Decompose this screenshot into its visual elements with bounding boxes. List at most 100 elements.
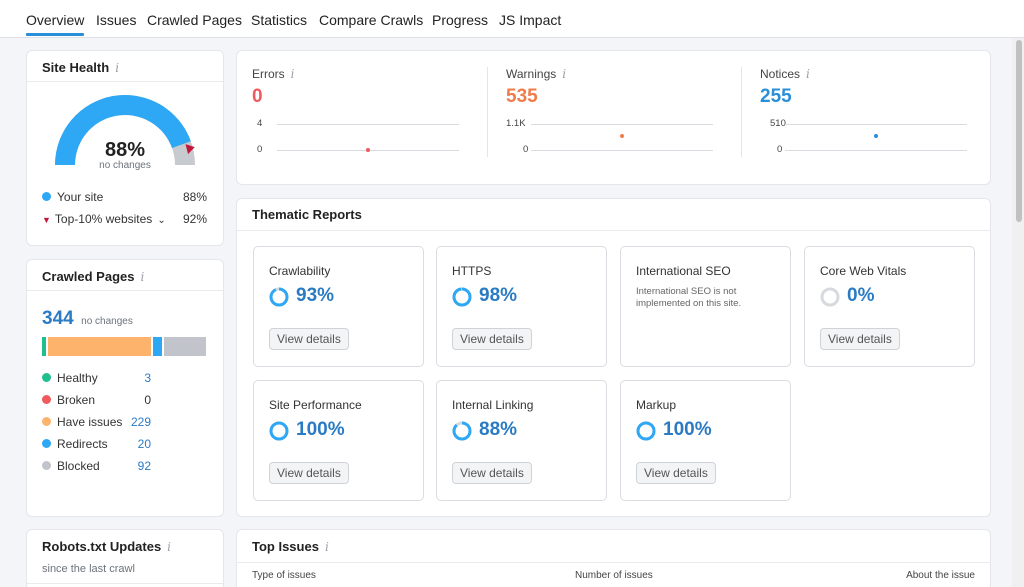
legend-value[interactable]: 20	[138, 437, 151, 451]
thematic-card-percent: 100%	[663, 419, 712, 440]
robots-title: Robots.txt Updates i	[42, 539, 172, 554]
metric-label: Warnings i	[506, 67, 567, 81]
view-details-button[interactable]: View details	[820, 328, 900, 350]
thematic-card-name: International SEO	[636, 264, 731, 278]
progress-ring-icon	[452, 287, 472, 307]
metric-axis-top: 510	[770, 118, 786, 129]
thematic-card-name: HTTPS	[452, 264, 492, 278]
view-details-button[interactable]: View details	[269, 462, 349, 484]
legend-top-websites[interactable]: ▼ Top-10% websites ⌄	[42, 212, 166, 226]
site-health-percent: 88%	[105, 139, 145, 161]
metric-gridline	[531, 150, 713, 151]
thematic-card-internal-linking: Internal Linking 88% View details	[436, 380, 607, 501]
legend-your-site: Your site	[42, 190, 103, 204]
bar-segment-have-issues[interactable]	[47, 337, 152, 356]
view-details-button[interactable]: View details	[452, 328, 532, 350]
info-icon[interactable]: i	[562, 67, 566, 81]
thematic-card-percent: 98%	[479, 285, 518, 306]
progress-ring-icon	[269, 421, 289, 441]
site-health-gauge: 88% no changes	[55, 94, 195, 171]
metrics-card: Errors i 0 4 0 Warnings i 535 1.1K 0 Notices i 255 51…	[236, 50, 991, 185]
metric-trend-point	[874, 134, 878, 138]
column-header-type[interactable]: Type of issues	[252, 570, 316, 581]
active-tab-indicator	[26, 33, 84, 36]
divider	[237, 562, 990, 563]
divider	[27, 290, 223, 291]
tab-issues[interactable]: Issues	[96, 12, 136, 28]
chevron-down-icon[interactable]: ⌄	[157, 215, 165, 226]
info-icon[interactable]: i	[325, 540, 329, 554]
bar-segment-redirects[interactable]	[153, 337, 163, 356]
view-details-button[interactable]: View details	[452, 462, 532, 484]
metric-value[interactable]: 0	[252, 86, 263, 108]
legend-value[interactable]: 229	[131, 415, 151, 429]
robots-subtitle: since the last crawl	[42, 563, 135, 575]
crawled-total-value[interactable]: 344	[42, 308, 74, 329]
info-icon[interactable]: i	[141, 270, 145, 284]
metric-value[interactable]: 255	[760, 86, 792, 108]
thematic-card-https: HTTPS 98% View details	[436, 246, 607, 367]
legend-healthy: Healthy	[42, 371, 98, 385]
metric-axis-bottom: 0	[523, 144, 529, 155]
thematic-card-name: Internal Linking	[452, 398, 534, 412]
tab-crawled-pages[interactable]: Crawled Pages	[147, 12, 242, 28]
thematic-card-crawlability: Crawlability 93% View details	[253, 246, 424, 367]
column-header-about: About the issue	[906, 570, 975, 581]
top-issues-title: Top Issues i	[252, 539, 329, 554]
view-details-button[interactable]: View details	[636, 462, 716, 484]
crawled-change: no changes	[81, 316, 133, 327]
legend-value[interactable]: 3	[144, 371, 151, 385]
progress-ring-icon	[636, 421, 656, 441]
metric-gridline	[531, 124, 713, 125]
thematic-card-name: Crawlability	[269, 264, 331, 278]
legend-dot-icon	[42, 373, 51, 383]
divider	[27, 81, 223, 82]
column-header-number[interactable]: Number of issues	[575, 570, 653, 581]
thematic-reports-card: Thematic Reports Crawlability 93% View det…	[236, 198, 991, 517]
site-health-change: no changes	[99, 160, 151, 171]
tab-overview[interactable]: Overview	[26, 12, 84, 28]
thematic-card-site-performance: Site Performance 100% View details	[253, 380, 424, 501]
progress-ring-icon	[820, 287, 840, 307]
info-icon[interactable]: i	[115, 61, 119, 75]
view-details-button[interactable]: View details	[269, 328, 349, 350]
info-icon[interactable]: i	[291, 67, 295, 81]
bar-segment-healthy[interactable]	[42, 337, 46, 356]
legend-redirects: Redirects	[42, 437, 108, 451]
tab-js-impact[interactable]: JS Impact	[499, 12, 561, 28]
thematic-card-international-seo: International SEO International SEO is no…	[620, 246, 791, 367]
thematic-card-core-web-vitals: Core Web Vitals 0% View details	[804, 246, 975, 367]
metric-axis-top: 1.1K	[506, 118, 526, 129]
site-health-card: Site Health i 88% no changes Your site 88…	[26, 50, 224, 246]
metric-label: Notices i	[760, 67, 810, 81]
metric-axis-bottom: 0	[257, 144, 263, 155]
crawled-pages-title: Crawled Pages i	[42, 269, 145, 284]
tab-statistics[interactable]: Statistics	[251, 12, 307, 28]
metric-trend-point	[366, 148, 370, 152]
thematic-card-name: Markup	[636, 398, 677, 412]
thematic-card-percent: 93%	[296, 285, 335, 306]
crawled-pages-bar	[42, 337, 208, 356]
triangle-down-icon: ▼	[42, 215, 51, 225]
progress-ring-icon	[452, 421, 472, 441]
metric-axis-bottom: 0	[777, 144, 783, 155]
metric-gridline	[785, 124, 967, 125]
thematic-reports-title: Thematic Reports	[252, 207, 362, 222]
thematic-card-markup: Markup 100% View details	[620, 380, 791, 501]
metric-label: Errors i	[252, 67, 295, 81]
metric-gridline	[277, 124, 459, 125]
metric-value[interactable]: 535	[506, 86, 538, 108]
site-health-title: Site Health i	[42, 60, 120, 75]
thematic-card-name: Site Performance	[269, 398, 362, 412]
legend-value[interactable]: 92	[138, 459, 151, 473]
info-icon[interactable]: i	[806, 67, 810, 81]
bar-segment-blocked[interactable]	[164, 337, 206, 356]
divider	[237, 230, 990, 231]
info-icon[interactable]: i	[167, 540, 171, 554]
tab-compare-crawls[interactable]: Compare Crawls	[319, 12, 423, 28]
your-site-value: 88%	[182, 190, 207, 204]
tab-progress[interactable]: Progress	[432, 12, 488, 28]
thematic-card-percent: 88%	[479, 419, 518, 440]
scrollbar-thumb[interactable]	[1016, 40, 1022, 222]
legend-dot-icon	[42, 439, 51, 449]
